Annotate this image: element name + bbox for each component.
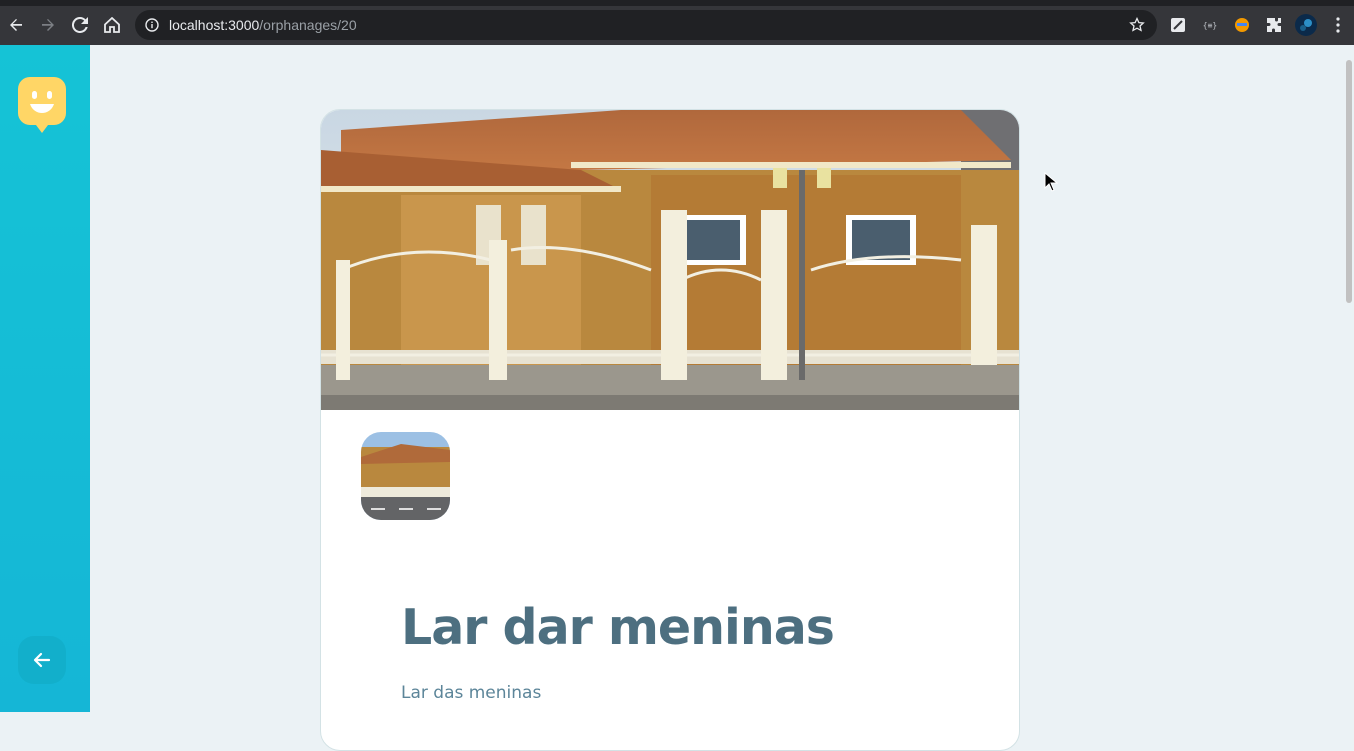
mouse-cursor-icon: [1044, 172, 1058, 192]
colorful-extension-icon[interactable]: [1231, 14, 1253, 36]
star-icon[interactable]: [1129, 17, 1145, 33]
url-text: localhost:3000/orphanages/20: [169, 17, 357, 33]
happy-face-icon: [18, 77, 66, 133]
arrow-left-icon: [33, 652, 51, 668]
orphanage-about: Lar das meninas: [401, 683, 542, 703]
extension-icon[interactable]: [1167, 14, 1189, 36]
home-button[interactable]: [96, 9, 128, 41]
reload-icon: [72, 17, 88, 33]
json-extension-icon[interactable]: {≡}: [1199, 14, 1221, 36]
arrow-left-icon: [10, 19, 22, 31]
info-icon: [145, 18, 159, 32]
orphanage-main-photo[interactable]: [321, 110, 1019, 410]
page-scrollbar[interactable]: [1344, 45, 1354, 712]
orphanage-name: Lar dar meninas: [401, 599, 835, 656]
forward-nav-button[interactable]: [32, 9, 64, 41]
arrow-right-icon: [42, 19, 54, 31]
profile-avatar[interactable]: [1295, 14, 1317, 36]
browser-toolbar: localhost:3000/orphanages/20 {≡}: [0, 6, 1354, 45]
back-nav-button[interactable]: [0, 9, 32, 41]
sidebar: [0, 45, 90, 712]
orphanage-details-card: Lar dar meninas Lar das meninas: [320, 109, 1020, 751]
puzzle-icon[interactable]: [1263, 14, 1285, 36]
back-button[interactable]: [18, 636, 66, 684]
kebab-menu-icon[interactable]: [1327, 14, 1349, 36]
home-icon: [104, 17, 120, 33]
address-bar[interactable]: localhost:3000/orphanages/20: [135, 10, 1157, 40]
reload-button[interactable]: [64, 9, 96, 41]
scrollbar-thumb[interactable]: [1346, 60, 1352, 303]
orphanage-thumbnail[interactable]: [361, 432, 450, 520]
